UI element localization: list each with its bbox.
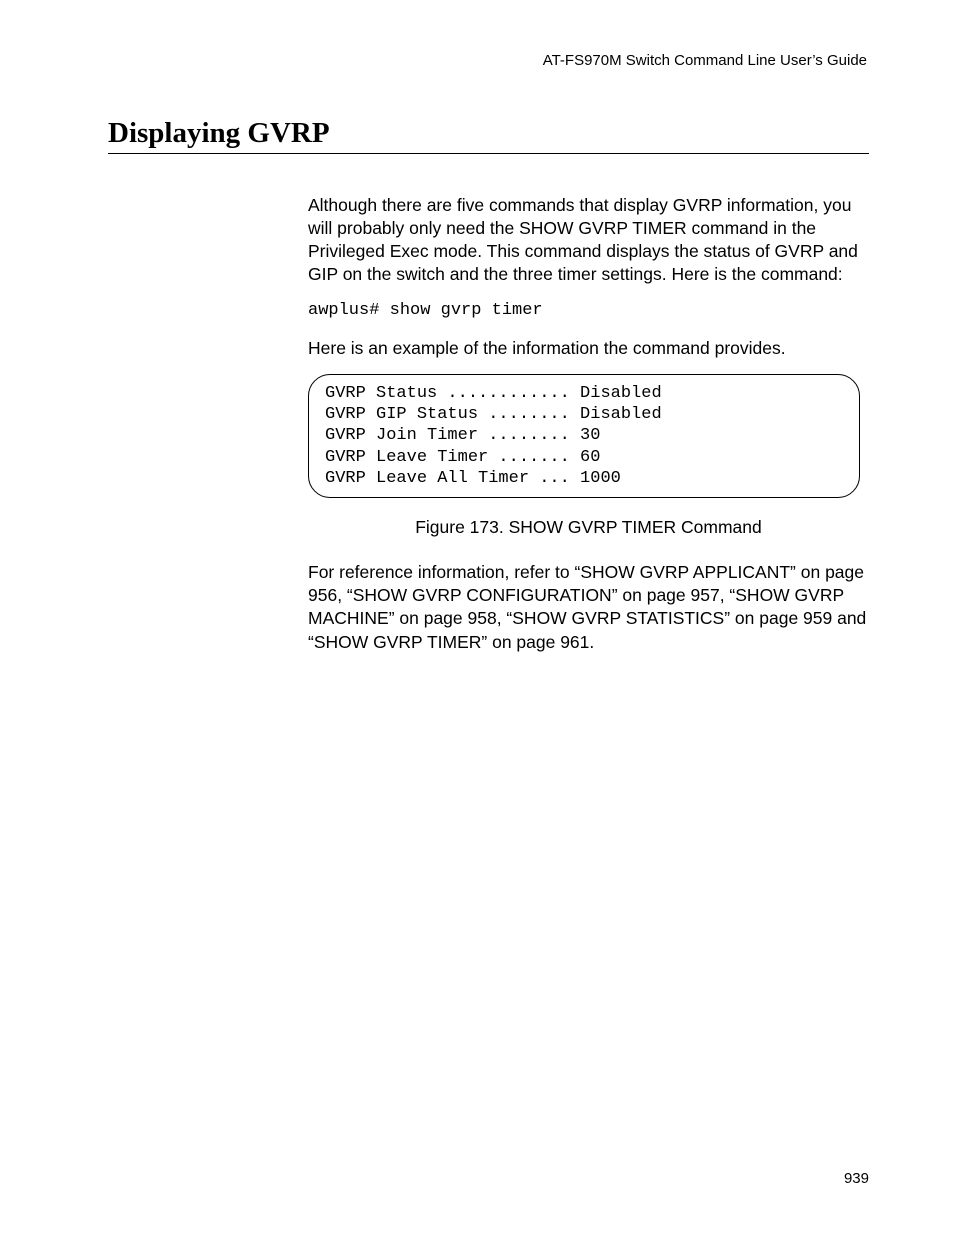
example-intro: Here is an example of the information th…: [308, 337, 869, 360]
body-column: Although there are five commands that di…: [308, 194, 869, 654]
intro-paragraph: Although there are five commands that di…: [308, 194, 869, 286]
command-output-box: GVRP Status ............ Disabled GVRP G…: [308, 374, 860, 498]
section-title: Displaying GVRP: [108, 117, 869, 154]
page-container: AT-FS970M Switch Command Line User’s Gui…: [0, 0, 954, 1235]
running-header: AT-FS970M Switch Command Line User’s Gui…: [108, 52, 867, 69]
figure-caption: Figure 173. SHOW GVRP TIMER Command: [308, 516, 869, 539]
page-number: 939: [844, 1170, 869, 1187]
command-line-example: awplus# show gvrp timer: [308, 300, 869, 322]
reference-paragraph: For reference information, refer to “SHO…: [308, 561, 869, 653]
